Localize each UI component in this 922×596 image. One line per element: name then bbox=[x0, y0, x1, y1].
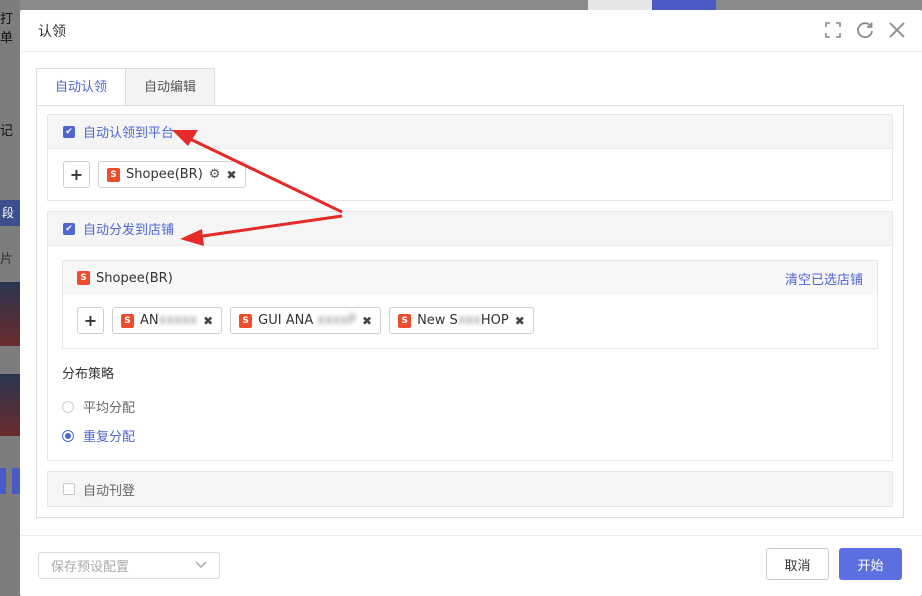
background-button bbox=[12, 468, 20, 494]
background-toolbar bbox=[588, 0, 718, 10]
section-header: 自动刊登 bbox=[48, 472, 892, 506]
cancel-button[interactable]: 取消 bbox=[766, 548, 829, 580]
background-text: 记 bbox=[0, 124, 14, 139]
clear-selected-stores-link[interactable]: 清空已选店铺 bbox=[785, 269, 863, 288]
remove-icon[interactable]: ✖ bbox=[515, 314, 525, 328]
shopee-icon: S bbox=[77, 271, 90, 285]
tab-auto-claim[interactable]: 自动认领 bbox=[36, 68, 127, 105]
dialog-header: 认领 bbox=[20, 10, 922, 52]
refresh-icon[interactable] bbox=[854, 19, 876, 41]
tab-bar: 自动认领 自动编辑 bbox=[36, 68, 904, 105]
store-chip: S GUI ANA xxxxP ✖ bbox=[230, 307, 382, 334]
radio-button[interactable] bbox=[62, 400, 74, 413]
dialog-tools bbox=[822, 19, 908, 41]
store-chip-label: ANxxxxx bbox=[140, 313, 198, 328]
section-distribute-store: ✔ 自动分发到店铺 S Shopee(BR) 清空已选店铺 + S ANxxxx… bbox=[47, 211, 893, 461]
gear-icon[interactable]: ⚙ bbox=[209, 167, 221, 182]
distribute-store-checkbox[interactable]: ✔ bbox=[63, 222, 75, 235]
store-chip-label: New SxxxHOP bbox=[417, 313, 509, 328]
section-claim-platform: ✔ 自动认领到平台 + S Shopee(BR) ⚙ ✖ bbox=[47, 114, 893, 201]
background-app: 打单 记 段 片 bbox=[0, 0, 20, 596]
store-chip-label: GUI ANA xxxxP bbox=[258, 313, 356, 328]
shopee-icon: S bbox=[107, 167, 120, 182]
close-icon[interactable] bbox=[886, 19, 908, 41]
distribution-strategy: 分布策略 平均分配 重复分配 bbox=[48, 349, 892, 460]
platform-chip-label: Shopee(BR) bbox=[126, 167, 203, 182]
section-header: ✔ 自动分发到店铺 bbox=[48, 212, 892, 246]
remove-icon[interactable]: ✖ bbox=[226, 168, 236, 182]
store-chip: S ANxxxxx ✖ bbox=[112, 307, 223, 334]
shopee-icon: S bbox=[121, 313, 134, 328]
section-title: 自动分发到店铺 bbox=[83, 223, 175, 238]
dialog-footer: 保存预设配置 取消 开始 bbox=[20, 535, 922, 596]
background-toolbar-button bbox=[588, 0, 652, 10]
section-title: 自动认领到平台 bbox=[83, 126, 175, 141]
section-title: 自动刊登 bbox=[83, 483, 136, 499]
remove-icon[interactable]: ✖ bbox=[203, 314, 213, 328]
platform-label: Shopee(BR) bbox=[96, 270, 173, 286]
store-chip-row: + S ANxxxxx ✖ S GUI ANA xxxxP ✖ S New Sx… bbox=[63, 295, 877, 348]
store-box-header: S Shopee(BR) 清空已选店铺 bbox=[63, 261, 877, 295]
fullscreen-icon[interactable] bbox=[822, 19, 844, 41]
platform-chip: S Shopee(BR) ⚙ ✖ bbox=[98, 161, 246, 188]
background-product-image bbox=[0, 282, 20, 346]
preset-config-select[interactable]: 保存预设配置 bbox=[38, 552, 220, 579]
background-text: 片 bbox=[0, 252, 14, 267]
section-auto-publish: 自动刊登 bbox=[47, 471, 893, 507]
remove-icon[interactable]: ✖ bbox=[362, 314, 372, 328]
claim-dialog: 认领 自动认领 自动编辑 ✔ 自动认领到平台 + S Shopee(BR) ⚙ … bbox=[20, 10, 922, 596]
add-platform-button[interactable]: + bbox=[63, 161, 90, 188]
background-toolbar-button bbox=[652, 0, 716, 10]
preset-placeholder: 保存预设配置 bbox=[51, 560, 130, 575]
claim-platform-checkbox[interactable]: ✔ bbox=[63, 125, 75, 138]
dialog-title: 认领 bbox=[38, 23, 66, 40]
auto-publish-checkbox[interactable] bbox=[63, 483, 75, 495]
dialog-body: 自动认领 自动编辑 ✔ 自动认领到平台 + S Shopee(BR) ⚙ ✖ ✔… bbox=[36, 68, 904, 518]
store-chip: S New SxxxHOP ✖ bbox=[389, 307, 534, 334]
strategy-option-repeat[interactable]: 重复分配 bbox=[62, 421, 878, 450]
radio-button[interactable] bbox=[62, 429, 74, 442]
strategy-option-average[interactable]: 平均分配 bbox=[62, 392, 878, 421]
store-selection-box: S Shopee(BR) 清空已选店铺 + S ANxxxxx ✖ S GUI … bbox=[62, 260, 878, 349]
background-button bbox=[0, 468, 6, 494]
add-store-button[interactable]: + bbox=[77, 307, 104, 334]
chevron-down-icon bbox=[195, 558, 207, 573]
background-band: 段 bbox=[0, 200, 20, 226]
section-header: ✔ 自动认领到平台 bbox=[48, 115, 892, 149]
strategy-title: 分布策略 bbox=[62, 367, 115, 382]
shopee-icon: S bbox=[239, 313, 253, 328]
option-label: 重复分配 bbox=[83, 430, 136, 445]
background-product-image bbox=[0, 374, 20, 436]
tab-auto-edit[interactable]: 自动编辑 bbox=[126, 68, 216, 105]
option-label: 平均分配 bbox=[83, 401, 136, 416]
platform-chip-row: + S Shopee(BR) ⚙ ✖ bbox=[48, 149, 892, 200]
tab-panel-auto-claim: ✔ 自动认领到平台 + S Shopee(BR) ⚙ ✖ ✔ 自动分发到店铺 S… bbox=[36, 105, 904, 518]
background-text: 打单 bbox=[0, 12, 14, 46]
shopee-icon: S bbox=[398, 313, 412, 328]
start-button[interactable]: 开始 bbox=[839, 548, 902, 580]
